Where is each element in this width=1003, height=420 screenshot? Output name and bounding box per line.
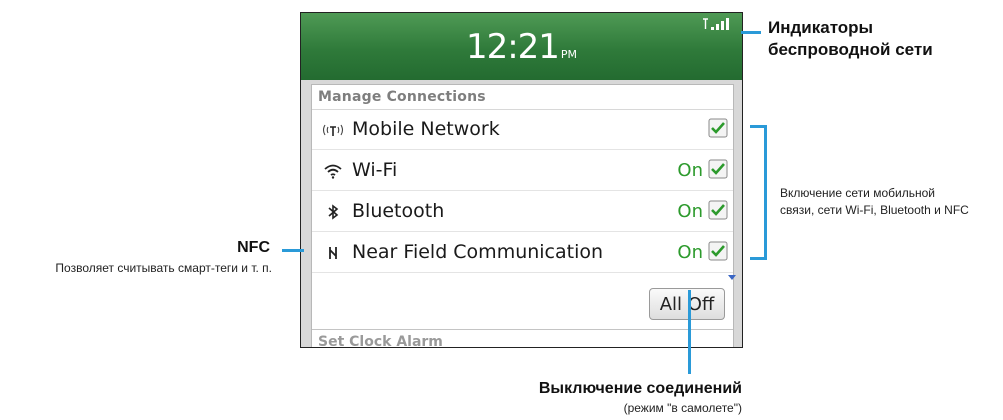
status-header: 12:21 PM bbox=[301, 13, 742, 80]
row-mobile-network[interactable]: Mobile Network bbox=[312, 110, 733, 150]
callout-toggle-line1: Включение сети мобильной bbox=[780, 186, 935, 200]
manage-connections-panel: Manage Connections Mobile Network Wi-Fi … bbox=[311, 84, 734, 348]
scroll-down-icon[interactable] bbox=[728, 275, 736, 280]
callout-line-wireless bbox=[741, 31, 761, 34]
clock: 12:21 PM bbox=[301, 27, 742, 67]
callout-toggle: Включение сети мобильной связи, сети Wi-… bbox=[780, 185, 969, 219]
all-off-button[interactable]: All Off bbox=[649, 288, 725, 320]
row-state: On bbox=[677, 201, 703, 222]
section-title: Set Clock Alarm bbox=[318, 334, 443, 348]
clock-time: 12:21 bbox=[465, 27, 560, 67]
bracket-bottom bbox=[750, 257, 766, 260]
device-screen: 12:21 PM Manage Connections Mobile Networ… bbox=[300, 12, 743, 348]
callout-toggle-line2: связи, сети Wi-Fi, Bluetooth и NFC bbox=[780, 203, 969, 217]
row-label: Wi-Fi bbox=[352, 159, 398, 181]
row-label: Near Field Communication bbox=[352, 241, 604, 263]
row-state: On bbox=[677, 160, 703, 181]
callout-wireless: Индикаторы беспроводной сети bbox=[768, 17, 933, 61]
signal-strength-icon bbox=[703, 18, 729, 30]
mobile-network-icon bbox=[318, 120, 348, 140]
nfc-checkbox[interactable] bbox=[708, 241, 728, 261]
callout-wireless-line1: Индикаторы bbox=[768, 18, 874, 37]
clock-ampm: PM bbox=[560, 48, 578, 61]
bluetooth-icon bbox=[318, 202, 348, 222]
panel-title: Manage Connections bbox=[318, 89, 486, 105]
mobile-network-checkbox[interactable] bbox=[708, 118, 728, 138]
set-clock-alarm-item[interactable]: Set Clock Alarm bbox=[312, 329, 733, 348]
callout-wireless-line2: беспроводной сети bbox=[768, 40, 933, 59]
callout-off-desc: (режим "в самолете") bbox=[623, 401, 742, 415]
row-nfc[interactable]: Near Field Communication On bbox=[312, 233, 733, 273]
callout-nfc-desc: Позволяет считывать смарт-теги и т. п. bbox=[55, 261, 272, 275]
row-state: On bbox=[677, 242, 703, 263]
divider bbox=[312, 231, 733, 232]
divider bbox=[312, 190, 733, 191]
row-wifi[interactable]: Wi-Fi On bbox=[312, 151, 733, 191]
nfc-icon bbox=[318, 243, 348, 263]
row-bluetooth[interactable]: Bluetooth On bbox=[312, 192, 733, 232]
bracket-vertical bbox=[764, 125, 767, 260]
callout-line-nfc bbox=[282, 249, 304, 252]
divider bbox=[312, 149, 733, 150]
row-label: Bluetooth bbox=[352, 200, 445, 222]
wifi-checkbox[interactable] bbox=[708, 159, 728, 179]
wifi-icon bbox=[318, 161, 348, 181]
row-label: Mobile Network bbox=[352, 118, 500, 140]
callout-line-all-off bbox=[688, 290, 691, 374]
callout-nfc-title: NFC bbox=[237, 239, 270, 256]
bluetooth-checkbox[interactable] bbox=[708, 200, 728, 220]
callout-off-title: Выключение соединений bbox=[538, 380, 742, 397]
divider bbox=[312, 272, 733, 273]
